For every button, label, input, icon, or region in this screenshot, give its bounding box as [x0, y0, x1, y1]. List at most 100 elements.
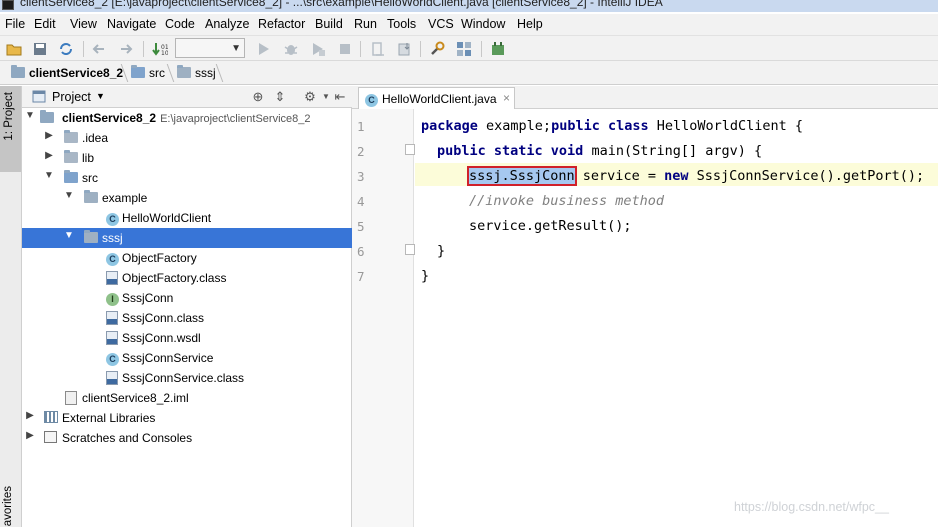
favorites-tool-tab[interactable]: avorites: [2, 486, 14, 526]
save-icon[interactable]: [31, 40, 49, 58]
menu-window[interactable]: Window: [461, 17, 505, 31]
project-structure-icon[interactable]: [455, 40, 473, 58]
open-folder-icon[interactable]: [5, 40, 23, 58]
menu-run[interactable]: Run: [354, 17, 377, 31]
vcs-update-icon[interactable]: [396, 40, 414, 58]
binary-class-file-icon: [106, 311, 118, 328]
menu-help[interactable]: Help: [517, 17, 543, 31]
java-interface-icon: I: [106, 291, 119, 306]
intellij-logo-icon: [2, 0, 14, 10]
tree-item-external-libraries[interactable]: ▶ External Libraries: [22, 408, 352, 428]
tree-item-lib[interactable]: ▶ lib: [22, 148, 352, 168]
collapsed-arrow-icon[interactable]: ▶: [25, 430, 35, 441]
breadcrumb-project[interactable]: clientService8_2: [11, 65, 123, 80]
highlighted-type-reference[interactable]: sssj.SssjConn: [467, 166, 577, 186]
line-number: 2: [357, 144, 365, 159]
code-line-4: //invoke business method: [469, 193, 665, 209]
code-line-3: sssj.SssjConn service = new SssjConnServ…: [467, 166, 925, 186]
tree-item-sssjconn-class[interactable]: SssjConn.class: [22, 308, 352, 328]
tree-item-sssjconnservice[interactable]: C SssjConnService: [22, 348, 352, 368]
fold-marker-icon[interactable]: [405, 244, 415, 255]
tree-item-helloworldclient[interactable]: C HelloWorldClient: [22, 208, 352, 228]
tree-item-objectfactory[interactable]: C ObjectFactory: [22, 248, 352, 268]
fold-marker-icon[interactable]: [405, 144, 415, 155]
svg-text:10: 10: [161, 50, 168, 57]
project-tool-tab[interactable]: 1: Project: [0, 86, 21, 172]
menu-build[interactable]: Build: [315, 17, 343, 31]
java-class-icon: C: [106, 351, 119, 366]
project-view-selector[interactable]: Project: [52, 90, 91, 104]
menu-refactor[interactable]: Refactor: [258, 17, 305, 31]
menu-code[interactable]: Code: [165, 17, 195, 31]
tree-item-sssj[interactable]: ▼ sssj: [22, 228, 352, 248]
project-panel-header: Project ▼ ⊕ ⇕ ⚙ ▼ ⇤: [22, 86, 352, 108]
forward-icon[interactable]: [117, 40, 135, 58]
run-configuration-select[interactable]: ▼: [175, 38, 245, 58]
breadcrumb-sssj[interactable]: sssj: [177, 65, 216, 80]
module-file-icon: [65, 391, 77, 408]
tree-item-sssjconn[interactable]: I SssjConn: [22, 288, 352, 308]
line-number: 3: [357, 169, 365, 184]
stop-icon[interactable]: [336, 40, 354, 58]
close-icon[interactable]: ×: [503, 91, 510, 105]
tree-item-project-root[interactable]: ▼ clientService8_2 E:\javaproject\clientS…: [22, 108, 352, 128]
collapse-all-icon[interactable]: ⇕: [272, 89, 288, 105]
tree-item-label: SssjConn: [122, 291, 174, 305]
menu-vcs[interactable]: VCS: [428, 17, 454, 31]
expanded-arrow-icon[interactable]: ▼: [64, 190, 74, 201]
code-editor[interactable]: 1 2 3 4 5 6 7 package example;public cla…: [352, 109, 938, 527]
tree-item-label: example: [102, 191, 148, 205]
sync-icon[interactable]: [57, 40, 75, 58]
menu-analyze[interactable]: Analyze: [205, 17, 249, 31]
collapsed-arrow-icon[interactable]: ▶: [25, 410, 35, 421]
tree-item-scratches[interactable]: ▶ Scratches and Consoles: [22, 428, 352, 448]
java-class-icon: C: [106, 251, 119, 266]
coverage-icon[interactable]: [309, 40, 327, 58]
editor-tab-helloworldclient[interactable]: C HelloWorldClient.java ×: [358, 87, 515, 109]
hide-panel-icon[interactable]: ⇤: [332, 89, 348, 105]
tree-item-objectfactory-class[interactable]: ObjectFactory.class: [22, 268, 352, 288]
title-bar: clientService8_2 [E:\javaproject\clientS…: [0, 0, 938, 12]
scratches-icon: [44, 431, 57, 446]
tree-item-label: sssj: [102, 231, 123, 245]
toolbar-separator: [83, 41, 84, 57]
locate-crosshair-icon[interactable]: ⊕: [250, 89, 266, 105]
tree-item-sssjconn-wsdl[interactable]: SssjConn.wsdl: [22, 328, 352, 348]
expanded-arrow-icon[interactable]: ▼: [25, 110, 35, 121]
line-number: 1: [357, 119, 365, 134]
menu-edit[interactable]: Edit: [34, 17, 56, 31]
breadcrumb-src[interactable]: src: [131, 65, 165, 80]
tree-item-idea[interactable]: ▶ .idea: [22, 128, 352, 148]
tree-item-label: SssjConn.class: [122, 311, 205, 325]
tree-item-label: ObjectFactory: [122, 251, 197, 265]
sdk-manager-icon[interactable]: [489, 40, 507, 58]
menu-bar: File Edit View Navigate Code Analyze Ref…: [0, 14, 938, 36]
menu-view[interactable]: View: [70, 17, 97, 31]
build-project-icon[interactable]: 01 10: [151, 40, 169, 58]
menu-tools[interactable]: Tools: [387, 17, 416, 31]
menu-navigate[interactable]: Navigate: [107, 17, 156, 31]
tree-item-iml[interactable]: clientService8_2.iml: [22, 388, 352, 408]
chevron-down-icon[interactable]: ▼: [96, 91, 105, 101]
collapsed-arrow-icon[interactable]: ▶: [44, 150, 54, 161]
back-icon[interactable]: [90, 40, 108, 58]
run-icon[interactable]: [255, 40, 273, 58]
tree-item-example[interactable]: ▼ example: [22, 188, 352, 208]
expanded-arrow-icon[interactable]: ▼: [44, 170, 54, 181]
editor-gutter: 1 2 3 4 5 6 7: [352, 109, 415, 527]
gear-icon[interactable]: ⚙: [302, 89, 318, 105]
toolbar-separator: [143, 41, 144, 57]
attach-debugger-icon[interactable]: [369, 40, 387, 58]
chevron-down-icon: ▼: [231, 43, 241, 54]
debug-icon[interactable]: [282, 40, 300, 58]
collapsed-arrow-icon[interactable]: ▶: [44, 130, 54, 141]
line-number: 5: [357, 219, 365, 234]
expanded-arrow-icon[interactable]: ▼: [64, 230, 74, 241]
editor-tab-label: HelloWorldClient.java: [382, 92, 497, 106]
library-icon: [44, 411, 58, 426]
tree-item-sssjconnservice-class[interactable]: SssjConnService.class: [22, 368, 352, 388]
tree-item-src[interactable]: ▼ src: [22, 168, 352, 188]
menu-file[interactable]: File: [5, 17, 25, 31]
settings-wrench-icon[interactable]: [428, 40, 446, 58]
binary-class-file-icon: [106, 271, 118, 288]
